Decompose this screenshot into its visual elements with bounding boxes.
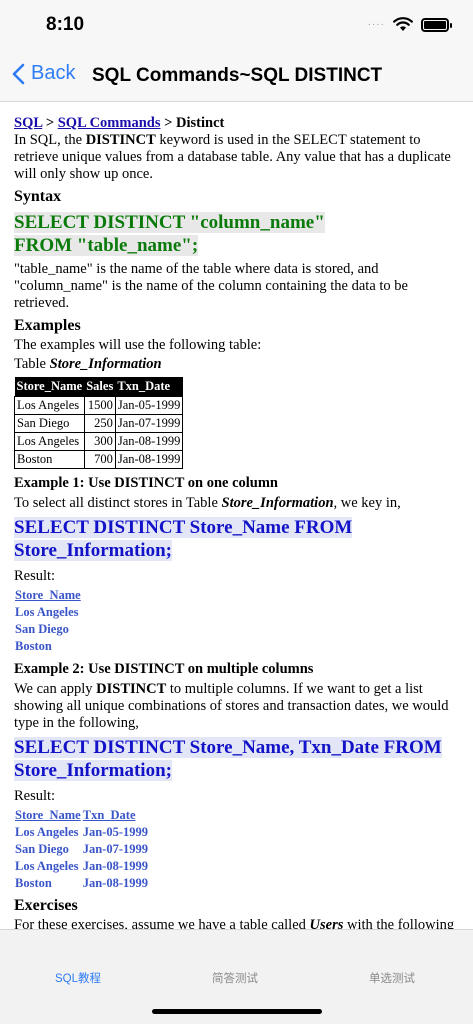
status-bar: 8:10 ····	[0, 0, 473, 52]
table-cell: 1500	[83, 396, 116, 415]
column-header: Store_Name	[14, 377, 85, 397]
example-2-code: SELECT DISTINCT Store_Name, Txn_Date FRO…	[14, 737, 442, 781]
example-1-heading: Example 1: Use DISTINCT on one column	[14, 475, 278, 491]
chevron-left-icon	[12, 63, 25, 84]
result-header-row: Store_Name Txn_Date	[14, 807, 149, 824]
example-1-code-block: SELECT DISTINCT Store_Name FROM Store_In…	[14, 516, 459, 562]
result-row: San Diego Jan-07-1999	[14, 841, 149, 858]
breadcrumb-separator: >	[42, 115, 58, 131]
result-cell: Boston	[15, 639, 52, 653]
result-column-header: Store_Name	[15, 808, 81, 822]
table-cell: 300	[83, 432, 116, 451]
examples-heading: Examples	[14, 317, 81, 334]
table-cell: Jan-05-1999	[114, 396, 184, 415]
table-row: San Diego 250 Jan-07-1999	[14, 414, 184, 433]
breadcrumb-separator: >	[160, 115, 176, 131]
table-cell: Jan-07-1999	[114, 414, 184, 433]
table-cell: Los Angeles	[14, 432, 85, 451]
syntax-code-line-1: SELECT DISTINCT "column_name"	[14, 212, 325, 233]
status-icons: ····	[367, 17, 452, 32]
result-cell: Los Angeles	[15, 605, 79, 619]
intro-paragraph: In SQL, the DISTINCT keyword is used in …	[14, 132, 451, 182]
result-cell: Jan-08-1999	[82, 876, 149, 890]
result-cell: San Diego	[15, 842, 69, 856]
result-cell: Jan-08-1999	[82, 859, 149, 873]
example-1-result-label: Result:	[14, 568, 56, 584]
column-header: Sales	[84, 377, 116, 397]
example-2-description: We can apply DISTINCT to multiple column…	[14, 681, 449, 731]
table-row: Los Angeles 1500 Jan-05-1999	[14, 396, 184, 415]
tab-single-choice-test[interactable]: 单选测试	[369, 970, 415, 986]
result-cell: Jan-07-1999	[82, 842, 149, 856]
example-2-result-label: Result:	[14, 788, 56, 804]
store-information-table: Store_Name Sales Txn_Date Los Angeles 15…	[14, 377, 184, 469]
result-column-header: Store_Name	[15, 588, 81, 602]
examples-intro: The examples will use the following tabl…	[14, 337, 262, 353]
signal-dots-icon: ····	[367, 19, 385, 30]
syntax-description: "table_name" is the name of the table wh…	[14, 261, 408, 311]
keyword-distinct: DISTINCT	[85, 132, 156, 148]
exercises-heading: Exercises	[14, 897, 78, 914]
result-row: Boston	[14, 638, 82, 655]
result-header-row: Store_Name	[14, 587, 82, 604]
article-content[interactable]: SQL > SQL Commands > Distinct In SQL, th…	[0, 103, 473, 929]
table-cell: 250	[83, 414, 116, 433]
result-row: Boston Jan-08-1999	[14, 875, 149, 892]
table-row: Boston 700 Jan-08-1999	[14, 450, 184, 469]
result-column-header: Txn_Date	[82, 808, 136, 822]
result-cell: Boston	[15, 876, 52, 890]
exercises-description: For these exercises, assume we have a ta…	[14, 917, 455, 929]
result-cell: San Diego	[15, 622, 69, 636]
tab-short-answer-test[interactable]: 简答测试	[212, 970, 258, 986]
table-cell: Jan-08-1999	[114, 432, 184, 451]
example-1-code: SELECT DISTINCT Store_Name FROM Store_In…	[14, 517, 353, 561]
table-cell: Los Angeles	[14, 396, 85, 415]
breadcrumb-current: Distinct	[176, 115, 225, 131]
table-caption: Table Store_Information	[14, 356, 162, 372]
status-time: 8:10	[46, 14, 85, 35]
breadcrumb-link-sql[interactable]: SQL	[14, 115, 42, 131]
result-cell: Jan-05-1999	[82, 825, 149, 839]
syntax-code-block: SELECT DISTINCT "column_name" FROM "tabl…	[14, 211, 459, 257]
table-row: Los Angeles 300 Jan-08-1999	[14, 432, 184, 451]
home-indicator[interactable]	[152, 1009, 322, 1014]
example-2-result-table: Store_Name Txn_Date Los Angeles Jan-05-19…	[14, 807, 149, 892]
example-1-description: To select all distinct stores in Table S…	[14, 495, 401, 511]
example-1-result-table: Store_Name Los Angeles San Diego Boston	[14, 587, 82, 655]
table-cell: San Diego	[14, 414, 85, 433]
syntax-heading: Syntax	[14, 188, 62, 205]
table-cell: Boston	[14, 450, 85, 469]
result-row: Los Angeles Jan-05-1999	[14, 824, 149, 841]
breadcrumb: SQL > SQL Commands > Distinct	[14, 115, 459, 132]
result-row: Los Angeles Jan-08-1999	[14, 858, 149, 875]
page-title: SQL Commands~SQL DISTINCT	[92, 65, 383, 86]
result-cell: Los Angeles	[15, 825, 79, 839]
table-header-row: Store_Name Sales Txn_Date	[14, 377, 183, 397]
battery-icon	[421, 17, 452, 32]
result-cell: Los Angeles	[15, 859, 79, 873]
back-button[interactable]: Back	[12, 62, 75, 85]
tab-sql-tutorial[interactable]: SQL教程	[55, 970, 101, 986]
syntax-code-line-2: FROM "table_name";	[14, 235, 199, 256]
result-row: San Diego	[14, 621, 82, 638]
navigation-bar: Back SQL Commands~SQL DISTINCT	[0, 52, 473, 102]
breadcrumb-link-sql-commands[interactable]: SQL Commands	[58, 115, 161, 131]
back-label: Back	[31, 62, 76, 84]
table-cell: Jan-08-1999	[114, 450, 184, 469]
example-2-code-block: SELECT DISTINCT Store_Name, Txn_Date FRO…	[14, 736, 459, 782]
wifi-icon	[393, 17, 413, 31]
result-row: Los Angeles	[14, 604, 82, 621]
example-2-heading: Example 2: Use DISTINCT on multiple colu…	[14, 661, 314, 677]
column-header: Txn_Date	[115, 377, 183, 397]
table-cell: 700	[83, 450, 116, 469]
